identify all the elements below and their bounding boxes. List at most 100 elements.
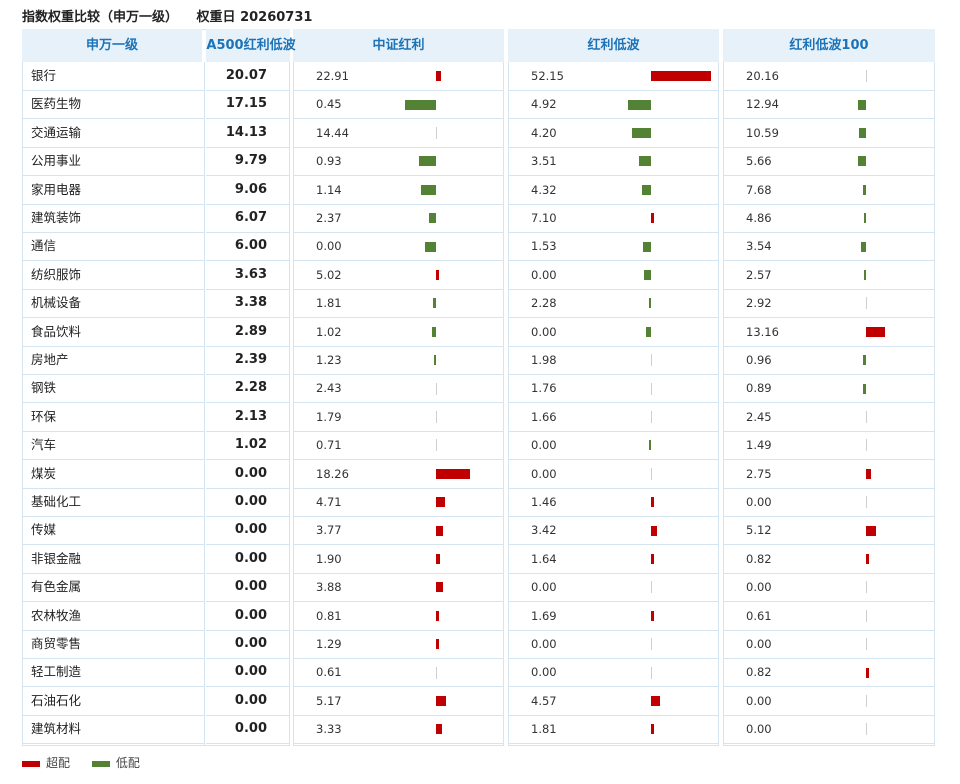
hldb100-weight: 2.75 xyxy=(746,466,772,481)
industry-name: 家用电器 xyxy=(31,181,82,197)
zzhl-zero-tick xyxy=(436,411,437,423)
row-divider xyxy=(22,743,204,745)
zzhl-diff-bar xyxy=(436,468,471,479)
zzhl-weight: 1.29 xyxy=(316,637,342,651)
hldb-weight: 0.00 xyxy=(531,466,557,481)
hldb-diff-bar xyxy=(632,128,651,138)
zzhl-diff-bar xyxy=(436,724,443,735)
industry-name: 建筑装饰 xyxy=(31,210,82,225)
a500-weight: 0.00 xyxy=(234,550,267,566)
hldb100-zero-tick xyxy=(866,581,867,594)
hldb100-diff-bar xyxy=(863,213,866,224)
zzhl-diff-bar xyxy=(433,355,436,366)
a500-weight: 3.38 xyxy=(234,295,267,311)
hldb100-weight: 2.45 xyxy=(746,409,772,424)
hldb-diff-bar xyxy=(651,696,660,706)
header-a500: A500红利低波 xyxy=(206,38,296,53)
hldb100-weight: 0.89 xyxy=(746,381,772,396)
a500-weight: 1.02 xyxy=(234,437,267,453)
zzhl-weight: 5.02 xyxy=(316,267,342,282)
hldb100-weight: 5.12 xyxy=(746,523,772,538)
hldb100-weight: 0.00 xyxy=(746,495,772,509)
zzhl-diff-bar xyxy=(419,156,436,167)
industry-name: 银行 xyxy=(31,68,57,83)
zzhl-weight: 22.91 xyxy=(316,69,349,83)
hldb100-diff-bar xyxy=(859,128,866,138)
zzhl-diff-bar xyxy=(436,554,440,564)
industry-name: 交通运输 xyxy=(31,124,82,140)
hldb-zero-tick xyxy=(651,411,652,423)
hldb100-weight: 0.00 xyxy=(746,580,772,595)
zzhl-diff-bar xyxy=(424,241,436,252)
zzhl-diff-bar xyxy=(436,270,439,280)
hldb-weight: 1.66 xyxy=(531,409,557,424)
a500-weight: 2.28 xyxy=(234,380,267,396)
zzhl-weight: 1.81 xyxy=(316,296,342,311)
hldb100-weight: 4.86 xyxy=(746,211,772,225)
hldb-zero-tick xyxy=(651,354,652,367)
zzhl-diff-bar xyxy=(433,298,436,309)
hldb-weight: 3.51 xyxy=(531,154,557,169)
a500-weight: 17.15 xyxy=(225,96,267,112)
hldb-diff-bar xyxy=(651,71,712,82)
hldb-weight: 0.00 xyxy=(531,267,557,282)
hldb100-diff-bar xyxy=(861,241,866,252)
industry-name: 房地产 xyxy=(31,352,69,367)
weight-date: 权重日 20260731 xyxy=(196,10,313,25)
industry-name: 农林牧渔 xyxy=(31,607,82,623)
hldb100-zero-tick xyxy=(866,695,867,707)
hldb-weight: 1.81 xyxy=(531,722,557,737)
zzhl-diff-bar xyxy=(436,582,444,593)
hldb100-weight: 2.57 xyxy=(746,267,772,282)
zzhl-weight: 18.26 xyxy=(316,466,349,481)
a500-weight: 9.06 xyxy=(234,181,267,197)
a500-weight: 2.13 xyxy=(234,408,267,424)
zzhl-weight: 0.71 xyxy=(316,438,342,453)
zzhl-diff-bar xyxy=(421,184,436,195)
hldb100-diff-bar xyxy=(866,554,869,564)
zzhl-weight: 3.77 xyxy=(316,523,342,538)
hldb100-weight: 5.66 xyxy=(746,154,772,169)
hldb100-zero-tick xyxy=(866,70,867,83)
hldb100-weight: 1.49 xyxy=(746,438,772,453)
industry-name: 商贸零售 xyxy=(31,636,82,651)
industry-name: 非银金融 xyxy=(31,550,82,566)
zzhl-weight: 2.43 xyxy=(316,381,342,396)
hldb-weight: 0.00 xyxy=(531,637,557,651)
industry-name: 传媒 xyxy=(31,522,57,538)
zzhl-diff-bar xyxy=(436,525,444,536)
legend: 超配 低配 xyxy=(22,754,140,771)
zzhl-weight: 0.45 xyxy=(316,97,342,112)
hldb-zero-tick xyxy=(651,638,652,651)
page-title: 指数权重比较（申万一级） 权重日 20260731 xyxy=(22,6,312,25)
hldb100-diff-bar xyxy=(866,326,886,337)
hldb-weight: 4.57 xyxy=(531,693,557,708)
industry-name: 基础化工 xyxy=(31,494,82,509)
a500-weight: 9.79 xyxy=(234,153,267,169)
hldb-diff-bar xyxy=(651,724,655,735)
legend-over-label: 超配 xyxy=(46,756,71,770)
hldb-weight: 3.42 xyxy=(531,523,557,538)
industry-name: 公用事业 xyxy=(31,153,82,169)
hldb-zero-tick xyxy=(651,666,652,679)
zzhl-weight: 3.88 xyxy=(316,580,342,595)
hldb100-diff-bar xyxy=(863,355,866,366)
a500-weight: 0.00 xyxy=(234,721,267,737)
header-industry: 申万一级 xyxy=(85,38,138,53)
zzhl-weight: 2.37 xyxy=(316,211,342,225)
hldb-diff-bar xyxy=(651,213,654,224)
hldb100-weight: 12.94 xyxy=(746,97,779,112)
industry-name: 机械设备 xyxy=(31,295,82,311)
hldb100-weight: 10.59 xyxy=(746,125,779,140)
hldb100-diff-bar xyxy=(866,667,869,678)
hldb-zero-tick xyxy=(651,467,652,480)
hldb-diff-bar xyxy=(645,326,651,337)
hldb100-zero-tick xyxy=(866,439,867,452)
zzhl-diff-bar xyxy=(404,99,436,110)
zzhl-weight: 4.71 xyxy=(316,495,342,509)
zzhl-diff-bar xyxy=(436,610,439,621)
industry-name: 石油石化 xyxy=(31,692,82,708)
hldb-weight: 0.00 xyxy=(531,438,557,453)
industry-name: 通信 xyxy=(31,238,57,254)
hldb-diff-bar xyxy=(651,554,655,564)
